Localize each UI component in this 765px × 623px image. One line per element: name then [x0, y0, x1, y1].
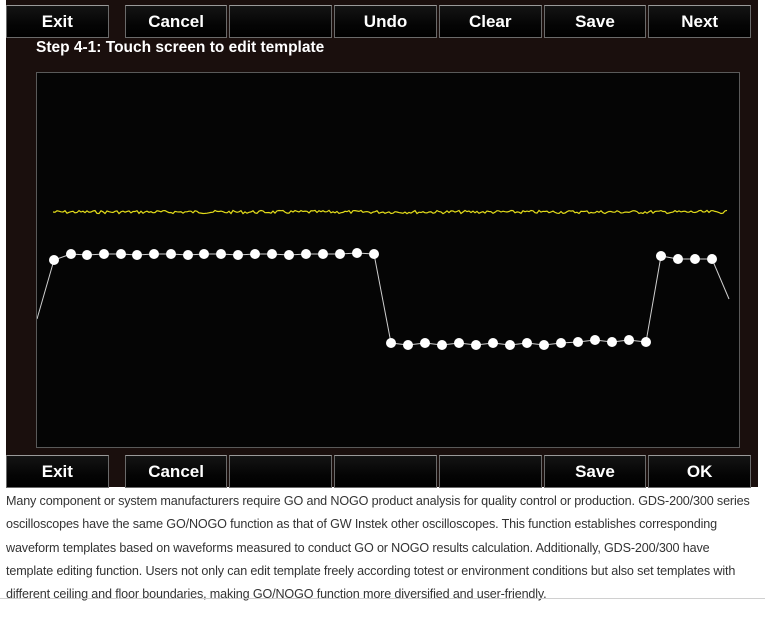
template-point[interactable] — [641, 337, 651, 347]
template-point[interactable] — [573, 337, 583, 347]
template-point[interactable] — [656, 251, 666, 261]
template-point[interactable] — [420, 338, 430, 348]
template-point[interactable] — [624, 335, 634, 345]
divider — [0, 598, 765, 599]
template-point[interactable] — [267, 249, 277, 259]
blank-softkey-3[interactable] — [438, 455, 542, 488]
template-point[interactable] — [488, 338, 498, 348]
exit-button[interactable]: Exit — [6, 5, 109, 38]
template-point[interactable] — [369, 249, 379, 259]
oscilloscope-screen: Step 4-1: Touch screen to edit template — [6, 0, 758, 487]
template-point[interactable] — [335, 249, 345, 259]
cancel-button[interactable]: Cancel — [124, 5, 228, 38]
template-point[interactable] — [49, 255, 59, 265]
template-point[interactable] — [116, 249, 126, 259]
template-point[interactable] — [250, 249, 260, 259]
top-softkey-bar: Exit Cancel Undo Clear Save Next — [6, 5, 752, 38]
signal-trace — [52, 209, 728, 215]
waveform-canvas[interactable] — [37, 73, 739, 447]
template-point[interactable] — [318, 249, 328, 259]
template-point[interactable] — [216, 249, 226, 259]
template-point[interactable] — [352, 248, 362, 258]
cancel-button-bottom[interactable]: Cancel — [124, 455, 228, 488]
template-point[interactable] — [183, 250, 193, 260]
template-point[interactable] — [707, 254, 717, 264]
template-point[interactable] — [66, 249, 76, 259]
exit-button-bottom[interactable]: Exit — [6, 455, 109, 488]
template-point[interactable] — [590, 335, 600, 345]
next-button[interactable]: Next — [648, 5, 752, 38]
template-point[interactable] — [505, 340, 515, 350]
step-instruction: Step 4-1: Touch screen to edit template — [36, 39, 325, 56]
template-point[interactable] — [403, 340, 413, 350]
template-point[interactable] — [522, 338, 532, 348]
template-point[interactable] — [386, 338, 396, 348]
ok-button[interactable]: OK — [648, 455, 752, 488]
template-point[interactable] — [301, 249, 311, 259]
template-point[interactable] — [673, 254, 683, 264]
template-point[interactable] — [607, 337, 617, 347]
template-point[interactable] — [99, 249, 109, 259]
template-point[interactable] — [454, 338, 464, 348]
template-point[interactable] — [437, 340, 447, 350]
save-button-bottom[interactable]: Save — [543, 455, 647, 488]
clear-button[interactable]: Clear — [438, 5, 542, 38]
template-point[interactable] — [471, 340, 481, 350]
blank-softkey-1[interactable] — [229, 455, 333, 488]
template-point[interactable] — [539, 340, 549, 350]
blank-softkey-2[interactable] — [334, 455, 437, 488]
bottom-softkey-bar: Exit Cancel Save OK — [6, 455, 752, 488]
template-point[interactable] — [284, 250, 294, 260]
template-outline — [37, 252, 730, 346]
template-point[interactable] — [149, 249, 159, 259]
save-button[interactable]: Save — [543, 5, 647, 38]
blank-softkey[interactable] — [229, 5, 333, 38]
template-point[interactable] — [82, 250, 92, 260]
template-point[interactable] — [166, 249, 176, 259]
template-point[interactable] — [132, 250, 142, 260]
template-edit-area[interactable] — [36, 72, 740, 448]
template-point[interactable] — [199, 249, 209, 259]
undo-button[interactable]: Undo — [334, 5, 437, 38]
template-point[interactable] — [556, 338, 566, 348]
template-point[interactable] — [233, 250, 243, 260]
template-point[interactable] — [690, 254, 700, 264]
description-paragraph: Many component or system manufacturers r… — [6, 494, 750, 602]
